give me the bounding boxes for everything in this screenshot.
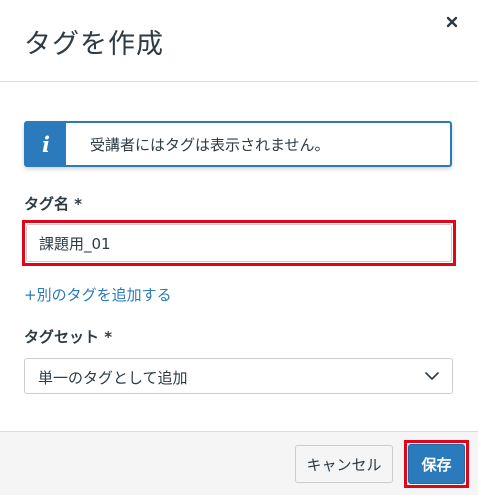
close-icon xyxy=(446,16,458,28)
info-icon: i xyxy=(26,123,66,165)
tag-set-required-mark: * xyxy=(104,328,113,346)
info-message: 受講者にはタグは表示されません。 xyxy=(90,136,330,154)
info-alert: i 受講者にはタグは表示されません。 xyxy=(24,121,452,167)
chevron-down-icon xyxy=(425,372,439,380)
dialog-header: タグを作成 xyxy=(0,0,478,82)
create-tag-dialog: タグを作成 i 受講者にはタグは表示されません。 タグ名 * +別のタグを追加す… xyxy=(0,0,478,495)
save-button[interactable]: 保存 xyxy=(408,444,465,484)
tag-name-label-text: タグ名 xyxy=(24,195,70,213)
tag-set-selected-value: 単一のタグとして追加 xyxy=(38,369,188,387)
tag-set-select[interactable]: 単一のタグとして追加 xyxy=(24,358,453,394)
close-button[interactable] xyxy=(442,12,462,32)
tag-set-label: タグセット * xyxy=(24,326,112,347)
add-another-tag-link[interactable]: +別のタグを追加する xyxy=(24,284,172,305)
info-icon-glyph: i xyxy=(42,131,50,157)
dialog-title: タグを作成 xyxy=(24,29,164,60)
tag-name-input[interactable] xyxy=(26,224,452,262)
tag-name-label: タグ名 * xyxy=(24,193,82,214)
tag-name-required-mark: * xyxy=(74,195,83,213)
cancel-button[interactable]: キャンセル xyxy=(295,445,393,483)
tag-set-label-text: タグセット xyxy=(24,328,100,346)
